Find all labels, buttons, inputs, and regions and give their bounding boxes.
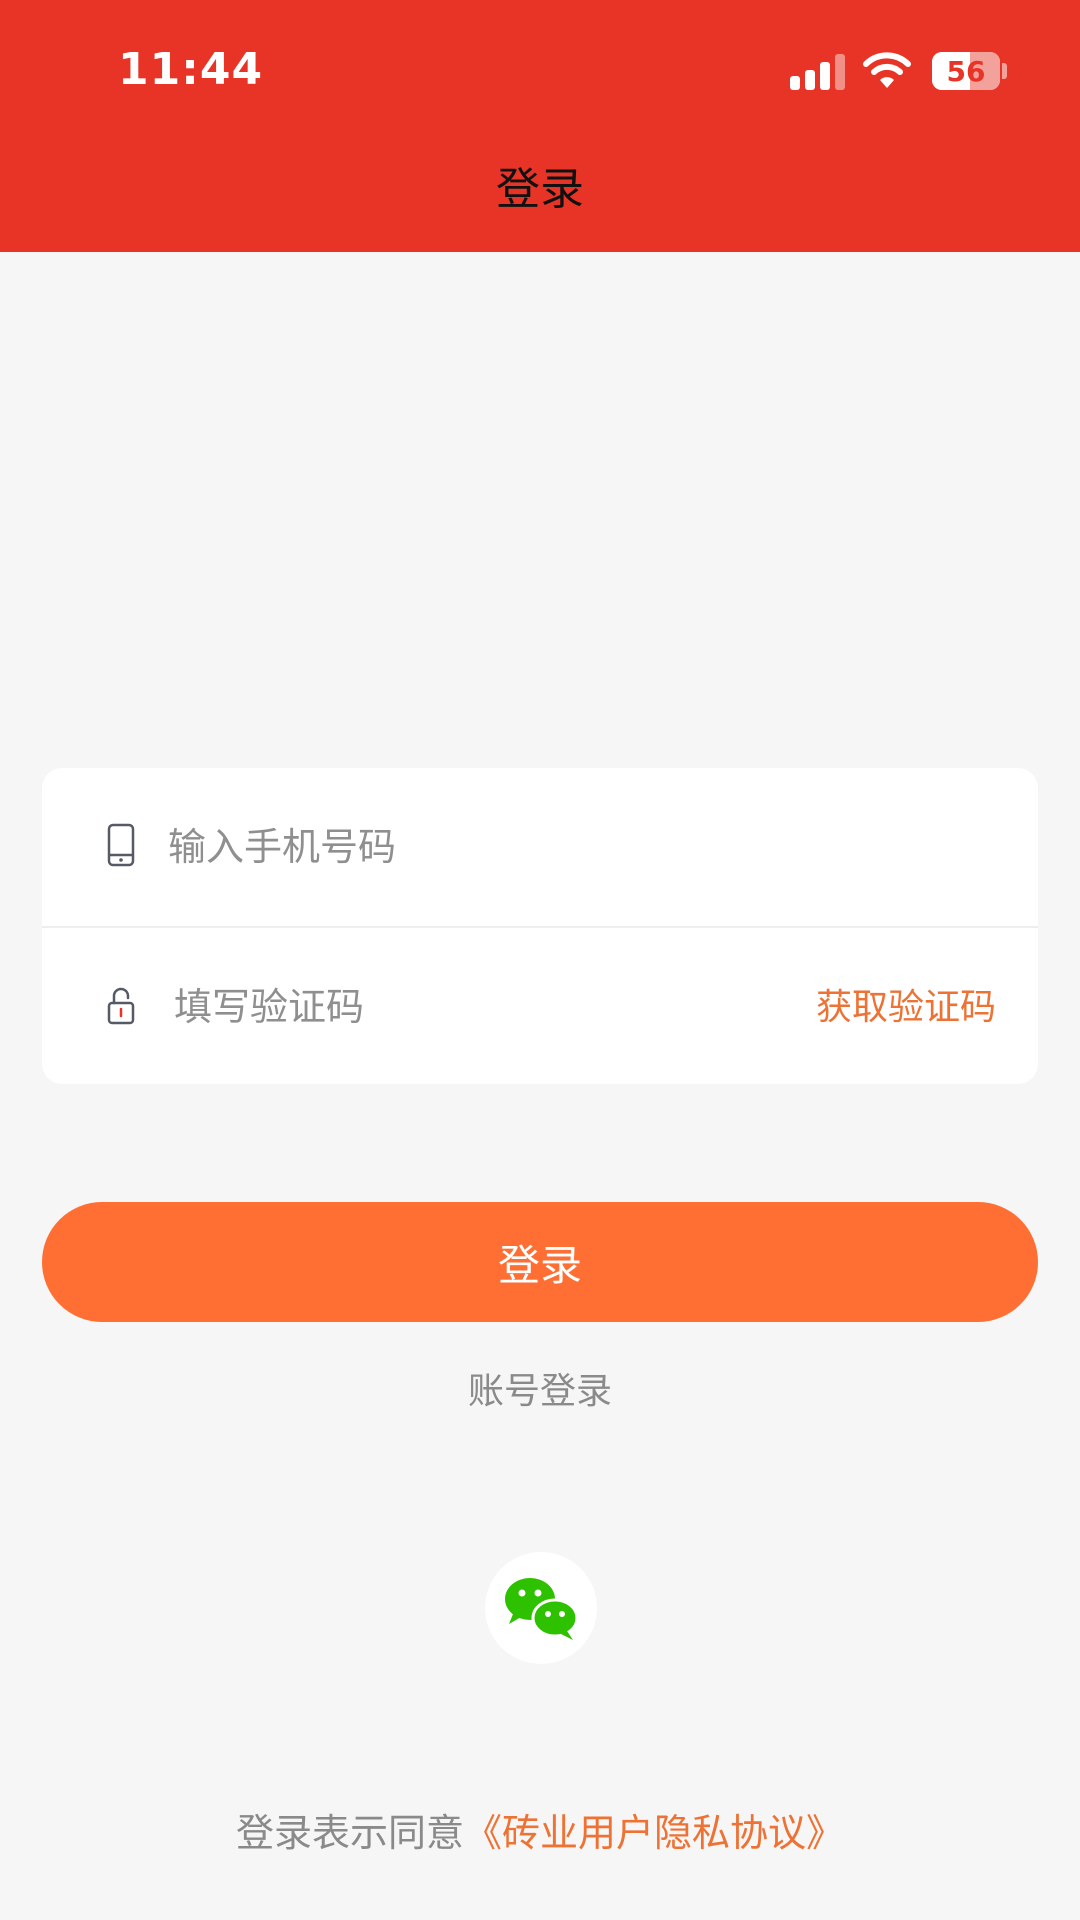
login-button[interactable]: 登录: [42, 1202, 1038, 1322]
agreement-prefix: 登录表示同意: [235, 1811, 464, 1855]
verification-code-input[interactable]: [172, 976, 736, 1038]
wechat-icon: [505, 1578, 579, 1640]
phone-icon: [107, 823, 135, 867]
lock-icon: [107, 987, 135, 1025]
phone-row: [42, 768, 1038, 928]
get-code-button[interactable]: 获取验证码: [816, 978, 996, 1038]
battery-icon: 56: [932, 52, 1000, 90]
agreement-text: 登录表示同意《砖业用户隐私协议》: [0, 1806, 1080, 1860]
login-form-card: 获取验证码: [42, 768, 1038, 1084]
account-login-link[interactable]: 账号登录: [0, 1366, 1080, 1418]
phone-input[interactable]: [166, 816, 790, 878]
battery-tip: [1002, 63, 1007, 79]
page-title: 登录: [496, 164, 584, 215]
wifi-icon: [863, 52, 911, 88]
privacy-agreement-link[interactable]: 《砖业用户隐私协议》: [464, 1811, 844, 1855]
cellular-signal-icon: [790, 54, 846, 90]
code-row: 获取验证码: [42, 928, 1038, 1086]
status-time: 11:44: [118, 44, 264, 95]
app-header: 11:44 56 登录: [0, 0, 1080, 252]
battery-level: 56: [946, 54, 986, 88]
wechat-login-button[interactable]: [485, 1552, 597, 1664]
